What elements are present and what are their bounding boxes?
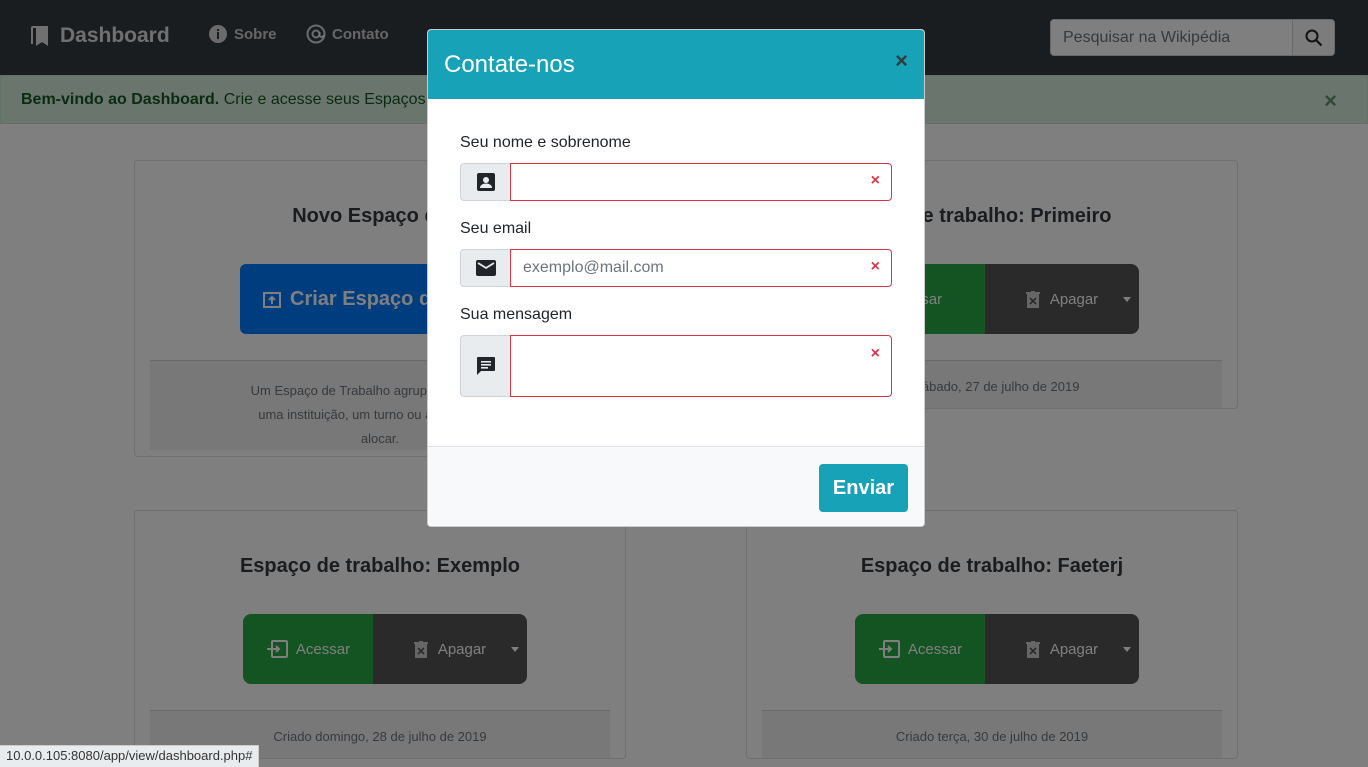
modal-close-button[interactable]: ×: [895, 48, 908, 74]
modal-header: Contate-nos ×: [428, 30, 924, 99]
message-input-group: ×: [460, 335, 892, 397]
name-addon: [460, 163, 510, 201]
name-input-group: ×: [460, 163, 892, 201]
chat-bubble-icon: [476, 357, 495, 375]
email-addon: [460, 249, 510, 287]
contact-card-icon: [476, 173, 495, 191]
link-status-bar: 10.0.0.105:8080/app/view/dashboard.php#: [0, 745, 260, 767]
contact-modal: Contate-nos × Seu nome e sobrenome × Seu…: [427, 29, 925, 527]
message-addon: [460, 335, 510, 397]
modal-body: Seu nome e sobrenome × Seu email × Sua m…: [428, 99, 924, 446]
send-button[interactable]: Enviar: [819, 464, 908, 512]
email-field[interactable]: [510, 249, 892, 287]
modal-title: Contate-nos: [444, 51, 575, 78]
modal-footer: Enviar: [428, 446, 924, 526]
email-label: Seu email: [460, 220, 532, 237]
email-input-group: ×: [460, 249, 892, 287]
envelope-icon: [475, 260, 496, 276]
message-field[interactable]: [510, 335, 892, 397]
name-label: Seu nome e sobrenome: [460, 134, 631, 151]
message-label: Sua mensagem: [460, 306, 573, 323]
name-field[interactable]: [510, 163, 892, 201]
